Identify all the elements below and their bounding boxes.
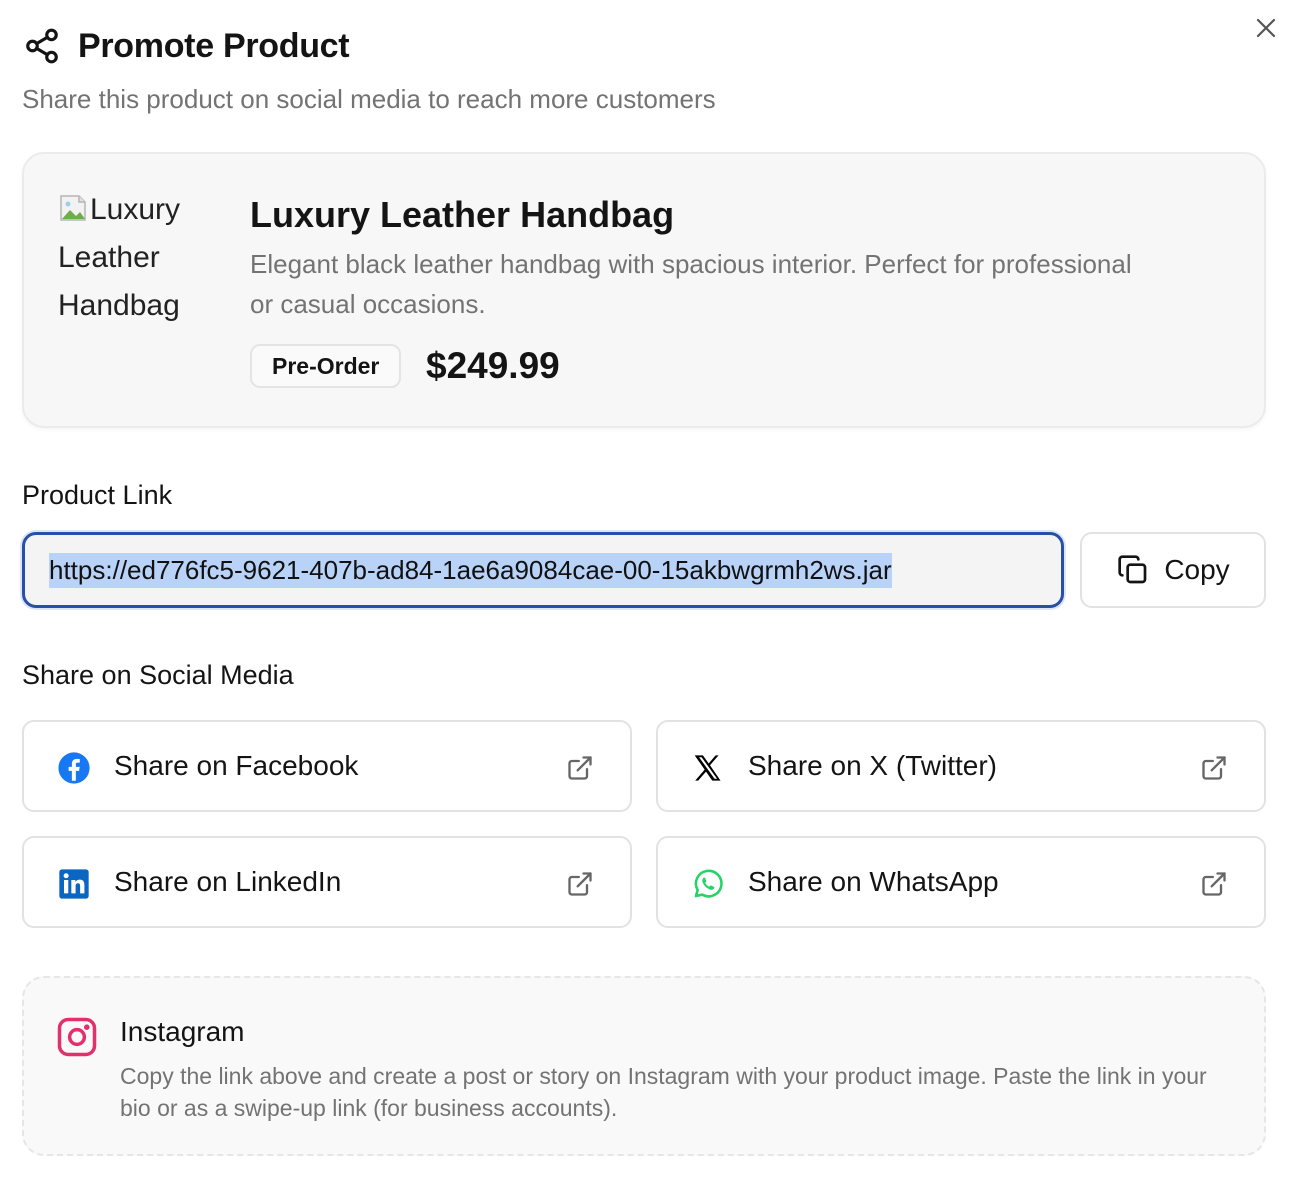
facebook-icon [56, 750, 92, 786]
product-image: Luxury Leather Handbag [58, 186, 208, 330]
product-link-label: Product Link [22, 480, 173, 510]
product-price: $249.99 [426, 345, 560, 386]
instagram-icon [56, 1016, 98, 1058]
whatsapp-icon [690, 866, 726, 902]
x-icon [690, 750, 726, 786]
share-whatsapp-button[interactable]: Share on WhatsApp [656, 836, 1266, 928]
external-link-icon [1198, 868, 1230, 900]
share-x-label: Share on X (Twitter) [748, 750, 997, 781]
product-link-input[interactable]: https://ed776fc5-9621-407b-ad84-1ae6a908… [22, 532, 1064, 608]
copy-icon [1116, 553, 1150, 587]
social-section-label: Share on Social Media [22, 660, 294, 690]
external-link-icon [1198, 752, 1230, 784]
product-card: Luxury Leather Handbag Luxury Leather Ha… [22, 152, 1266, 428]
linkedin-icon [56, 866, 92, 902]
dialog-title: Promote Product [78, 26, 350, 65]
external-link-icon [564, 868, 596, 900]
instagram-title: Instagram [120, 1016, 245, 1047]
share-linkedin-button[interactable]: Share on LinkedIn [22, 836, 632, 928]
broken-image-icon [60, 195, 86, 221]
external-link-icon [564, 752, 596, 784]
product-name: Luxury Leather Handbag [250, 194, 675, 235]
share-icon [22, 26, 62, 66]
share-facebook-label: Share on Facebook [114, 750, 359, 781]
share-linkedin-label: Share on LinkedIn [114, 866, 342, 897]
dialog-subtitle: Share this product on social media to re… [22, 84, 716, 114]
status-badge: Pre-Order [250, 344, 402, 388]
copy-button-label: Copy [1164, 554, 1230, 585]
instagram-card: Instagram Copy the link above and create… [22, 976, 1266, 1156]
share-whatsapp-label: Share on WhatsApp [748, 866, 999, 897]
copy-button[interactable]: Copy [1080, 532, 1266, 608]
share-x-button[interactable]: Share on X (Twitter) [656, 720, 1266, 812]
close-icon [1256, 18, 1276, 38]
product-description: Elegant black leather handbag with spaci… [250, 249, 1132, 319]
close-button[interactable] [1252, 14, 1280, 42]
share-facebook-button[interactable]: Share on Facebook [22, 720, 632, 812]
product-link-value[interactable]: https://ed776fc5-9621-407b-ad84-1ae6a908… [49, 552, 892, 588]
instagram-description: Copy the link above and create a post or… [120, 1063, 1207, 1121]
dialog-header: Promote Product [22, 26, 350, 66]
